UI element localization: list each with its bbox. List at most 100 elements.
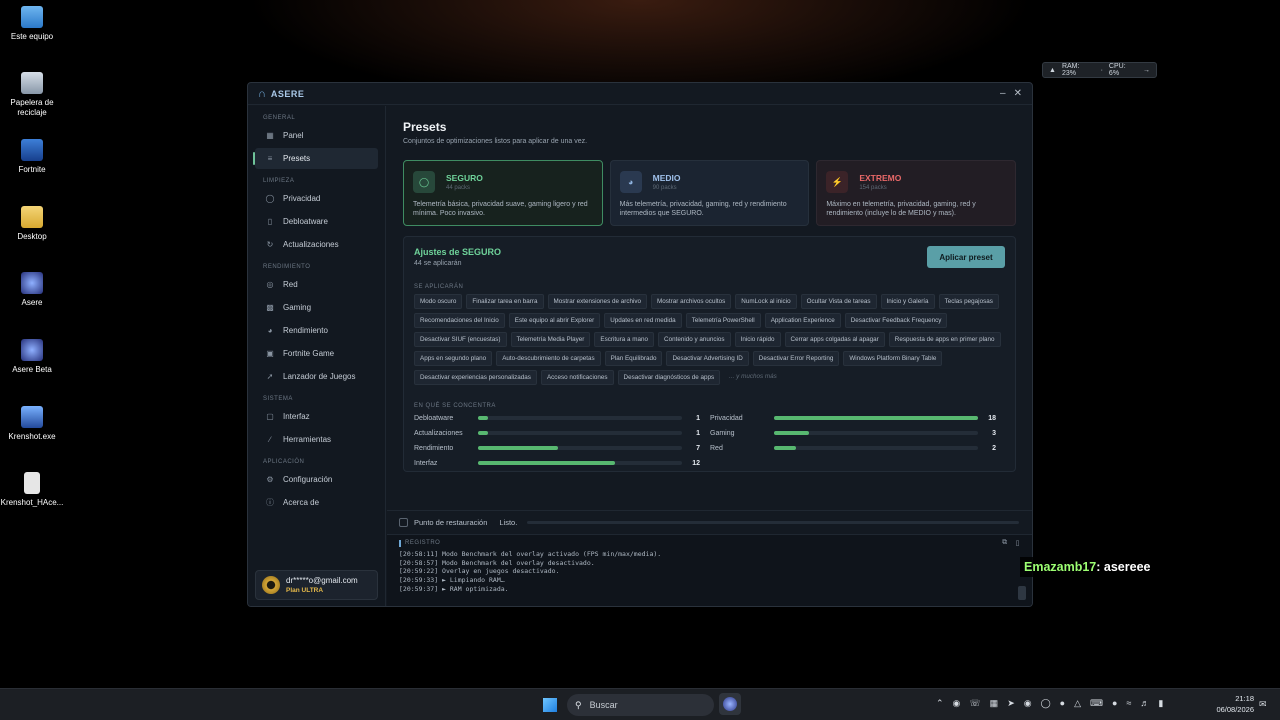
sliders-icon: ≡	[267, 154, 273, 163]
desktop-icon-este-equipo[interactable]: Este equipo	[0, 6, 64, 42]
taskbar-asere-app[interactable]	[719, 693, 741, 715]
whatsapp-icon[interactable]: ☏	[969, 698, 980, 709]
wrench-icon: ∕	[269, 435, 271, 444]
focus-label: EN QUÉ SE CONCENTRA	[414, 403, 496, 409]
sidebar-item-presets[interactable]: ≡ Presets	[253, 148, 378, 169]
preset-card-medio[interactable]: ◕ MEDIO 90 packs Más telemetría, privaci…	[609, 160, 810, 226]
apply-preset-button[interactable]: Aplicar preset	[927, 246, 1005, 268]
asere-logo-icon: ∩	[258, 87, 266, 100]
section-sistema: SISTEMA	[263, 396, 293, 402]
focus-track	[478, 446, 682, 450]
focus-value: 2	[992, 444, 996, 452]
tag-item: Apps en segundo plano	[414, 351, 493, 366]
focus-track	[478, 431, 682, 435]
battery-icon[interactable]: ▮	[1158, 698, 1163, 709]
desktop-icon-label: Papelera de reciclaje	[10, 98, 54, 117]
close-icon[interactable]: ✕	[1014, 88, 1022, 99]
focus-fill	[478, 431, 489, 435]
status-footer: Punto de restauración Listo.	[387, 510, 1032, 534]
tag-item: Contenido y anuncios	[658, 332, 731, 347]
preset-details-panel: Ajustes de SEGURO 44 se aplicarán Aplica…	[403, 236, 1016, 472]
sidebar-item-actualizaciones[interactable]: ↻ Actualizaciones	[255, 234, 378, 255]
minimize-icon[interactable]: –	[1000, 88, 1006, 99]
sidebar-item-label: Fortnite Game	[283, 349, 335, 358]
file-icon	[24, 472, 40, 494]
tag-item: Auto-descubrimiento de carpetas	[496, 351, 601, 366]
controller-icon: ▣	[266, 349, 274, 358]
tag-item: Finalizar tarea en barra	[466, 294, 544, 309]
section-limpieza: LIMPIEZA	[263, 178, 295, 184]
asere-tray-icon[interactable]: ◉	[953, 698, 961, 709]
windows-start-icon[interactable]	[543, 698, 557, 712]
desktop-icon-asere-beta[interactable]: Asere Beta	[0, 339, 64, 375]
tag-item: Escritura a mano	[594, 332, 655, 347]
desktop-icon-papelera[interactable]: Papelera de reciclaje	[0, 72, 64, 117]
clock[interactable]: 21:18 06/08/2026	[1206, 694, 1254, 716]
asere-app-icon	[723, 697, 737, 711]
trash-icon[interactable]: ▯	[1016, 539, 1020, 547]
gauge-icon: ◕	[267, 326, 273, 335]
chevron-up-icon[interactable]: ⌃	[936, 698, 944, 709]
sidebar-item-acerca[interactable]: ⓘ Acerca de	[255, 492, 378, 513]
keyboard-icon[interactable]: ⌨	[1090, 698, 1103, 709]
log-line: [20:58:11] Modo Benchmark del overlay ac…	[399, 550, 662, 558]
globe-icon: ◎	[266, 280, 274, 289]
shield-icon: ◯	[265, 194, 275, 203]
user-card[interactable]: dr*****o@gmail.com Plan ULTRA	[255, 570, 378, 600]
performance-widget[interactable]: ▲ RAM: 23% · CPU: 6% →	[1042, 62, 1157, 78]
sidebar-item-gaming[interactable]: ▩ Gaming	[255, 297, 378, 318]
desktop-icon-krenshot-file[interactable]: Krenshot_HAce...	[0, 472, 64, 508]
copy-icon[interactable]: ⧉	[1002, 539, 1008, 547]
discord-icon[interactable]: ◉	[1024, 698, 1032, 709]
sidebar-item-privacidad[interactable]: ◯ Privacidad	[255, 188, 378, 209]
wifi-icon[interactable]: ≈	[1126, 698, 1131, 709]
restore-point-checkbox[interactable]	[399, 518, 408, 527]
log-scrollbar[interactable]	[1018, 586, 1026, 600]
xbox-icon[interactable]: ◯	[1041, 698, 1051, 709]
sidebar-item-red[interactable]: ◎ Red	[255, 274, 378, 295]
preset-card-seguro[interactable]: ◯ SEGURO 44 packs Telemetría básica, pri…	[403, 160, 603, 226]
desktop-icon-desktop[interactable]: Desktop	[0, 206, 64, 242]
sidebar-item-herramientas[interactable]: ∕ Herramientas	[255, 429, 378, 450]
sidebar-item-label: Configuración	[283, 475, 333, 484]
sidebar-item-rendimiento[interactable]: ◕ Rendimiento	[255, 320, 378, 341]
focus-name: Rendimiento	[414, 444, 454, 452]
focus-track	[478, 461, 682, 465]
computer-icon	[21, 6, 43, 28]
steam-icon[interactable]: ●	[1060, 698, 1065, 709]
focus-value: 1	[696, 429, 700, 437]
telegram-icon[interactable]: ➤	[1007, 698, 1015, 709]
desktop-icon-fortnite[interactable]: Fortnite	[0, 139, 64, 175]
desktop-icon-asere[interactable]: Asere	[0, 272, 64, 308]
panel-title: Ajustes de SEGURO	[414, 247, 502, 257]
focus-bar-row: Interfaz 12	[414, 458, 704, 468]
arrow-right-icon[interactable]: →	[1143, 67, 1150, 74]
section-general: GENERAL	[263, 115, 296, 121]
ram-usage: RAM: 23%	[1061, 63, 1080, 77]
desktop-icon-krenshot[interactable]: Krenshot.exe	[0, 406, 64, 442]
title-bar[interactable]: ∩ ASERE – ✕	[248, 83, 1032, 105]
preset-count: 154 packs	[859, 185, 887, 191]
focus-bar-row: Red 2	[710, 443, 1000, 453]
chat-message: : asereee	[1096, 560, 1151, 574]
notification-bell-icon[interactable]: ✉	[1259, 699, 1267, 710]
preset-card-extremo[interactable]: ⚡ EXTREMO 154 packs Máximo en telemetría…	[816, 160, 1017, 226]
sidebar-item-lanzador[interactable]: ➚ Lanzador de Juegos	[255, 366, 378, 387]
tags-label: SE APLICARÁN	[414, 284, 464, 290]
sidebar-item-label: Herramientas	[283, 435, 332, 444]
lock-icon: ▲	[1049, 66, 1056, 74]
microphone-icon[interactable]: ●	[1112, 698, 1117, 709]
sidebar-item-debloatware[interactable]: ▯ Debloatware	[255, 211, 378, 232]
sidebar-item-panel[interactable]: ▦ Panel	[255, 125, 378, 146]
desktop-icon-label: Krenshot.exe	[8, 432, 56, 441]
shield-tray-icon[interactable]: △	[1074, 698, 1081, 709]
main-content: Presets Conjuntos de optimizaciones list…	[387, 106, 1032, 510]
app-tray-icon[interactable]: ▦	[990, 698, 999, 709]
tag-item: NumLock al inicio	[735, 294, 797, 309]
sidebar-item-configuracion[interactable]: ⚙ Configuración	[255, 469, 378, 490]
taskbar-search[interactable]: ⚲ Buscar	[567, 694, 714, 716]
volume-icon[interactable]: ♬	[1140, 698, 1149, 709]
sidebar-item-fortnite[interactable]: ▣ Fortnite Game	[255, 343, 378, 364]
focus-name: Gaming	[710, 429, 735, 437]
sidebar-item-interfaz[interactable]: ▢ Interfaz	[255, 406, 378, 427]
